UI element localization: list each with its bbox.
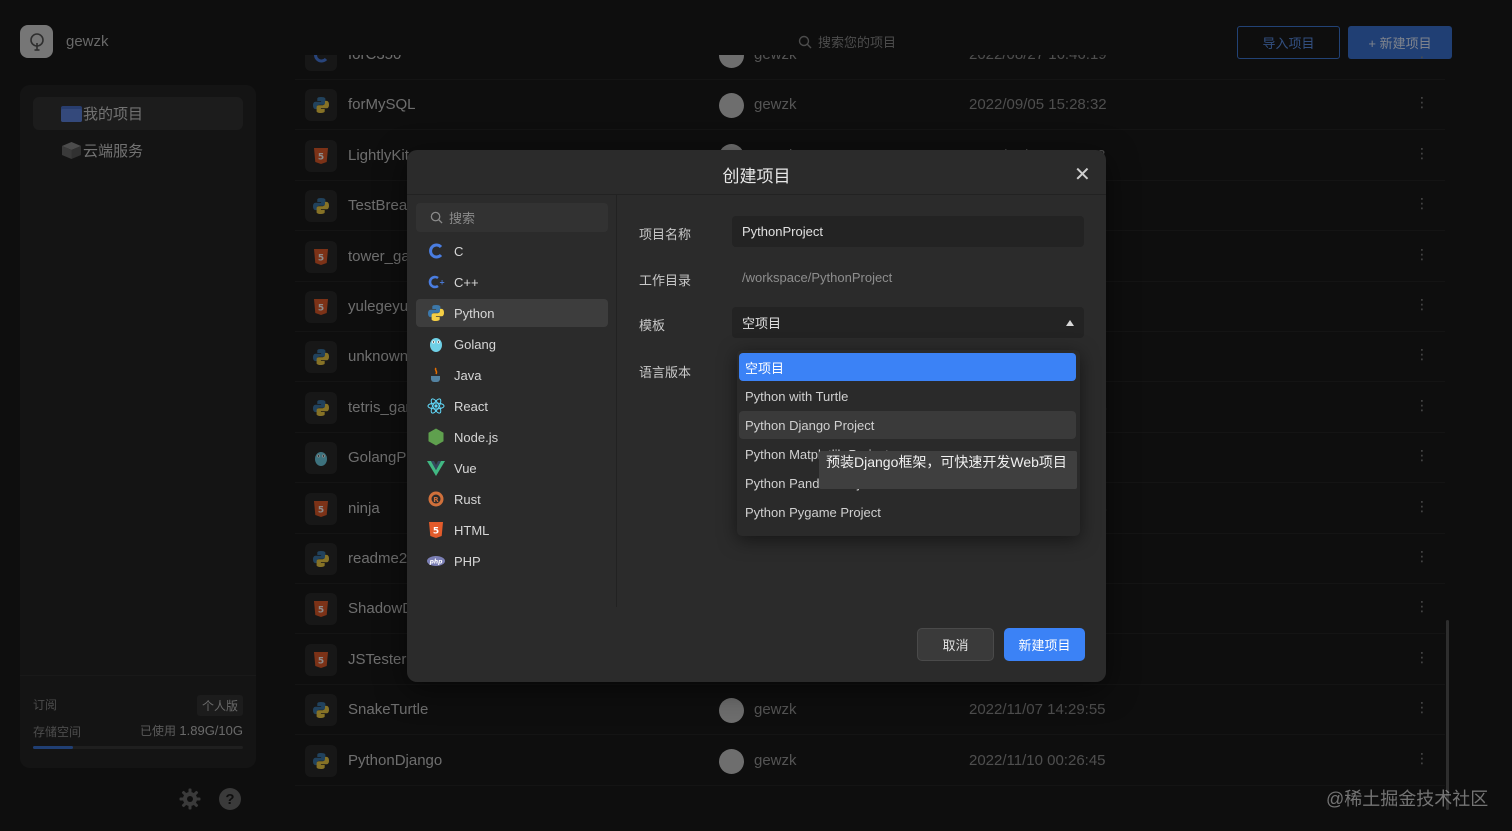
java-cup-icon [427, 366, 445, 384]
svg-text:R: R [433, 496, 439, 504]
language-item-label: Python [454, 305, 495, 321]
cancel-button[interactable]: 取消 [917, 628, 994, 661]
gopher-icon [427, 335, 445, 353]
language-version-label: 语言版本 [639, 365, 692, 380]
language-item[interactable]: Node.js [416, 423, 608, 451]
svg-text:+: + [439, 279, 445, 287]
template-option[interactable]: 空项目 [739, 353, 1076, 381]
language-item[interactable]: Java [416, 361, 608, 389]
language-item-label: Java [454, 367, 482, 383]
html5-icon: 5 [427, 521, 445, 539]
language-item-label: Vue [454, 460, 477, 476]
react-atom-icon [427, 397, 445, 415]
watermark: @稀土掘金技术社区 [1326, 789, 1489, 809]
language-item-label: HTML [454, 522, 490, 538]
python-icon [427, 304, 445, 322]
divider [407, 194, 1106, 195]
nodejs-hex-icon [427, 428, 445, 446]
language-item[interactable]: + C++ [416, 268, 608, 296]
svg-text:5: 5 [433, 527, 439, 537]
language-item-label: Golang [454, 336, 496, 352]
rust-gear-icon: R [427, 490, 445, 508]
template-option[interactable]: Python with Turtle [739, 382, 1076, 410]
language-item[interactable]: React [416, 392, 608, 420]
language-item-label: C++ [454, 274, 479, 290]
language-search-input[interactable]: 搜索 [416, 203, 608, 232]
divider [616, 195, 617, 607]
work-dir-label: 工作目录 [639, 273, 692, 288]
template-option[interactable]: Python Pygame Project [739, 498, 1076, 526]
language-item[interactable]: Vue [416, 454, 608, 482]
template-tooltip: 预装Django框架，可快速开发Web项目 [819, 451, 1077, 489]
template-select-value: 空项目 [742, 316, 782, 331]
caret-up-icon [1066, 320, 1074, 326]
template-label: 模板 [639, 318, 666, 333]
svg-text:php: php [429, 558, 444, 565]
work-dir-field: /workspace/PythonProject [742, 270, 893, 285]
php-icon: php [427, 552, 445, 570]
language-search-placeholder: 搜索 [449, 211, 476, 226]
create-project-button[interactable]: 新建项目 [1004, 628, 1085, 661]
language-item[interactable]: Golang [416, 330, 608, 358]
template-option[interactable]: Python Django Project [739, 411, 1076, 439]
language-item-label: React [454, 398, 488, 414]
search-icon [430, 211, 443, 224]
language-item[interactable]: C [416, 237, 608, 265]
c-lang-icon [427, 242, 445, 260]
vue-icon [427, 459, 445, 477]
template-dropdown: 空项目 Python with Turtle Python Django Pro… [737, 350, 1080, 536]
language-item-label: Rust [454, 491, 481, 507]
language-item[interactable]: R Rust [416, 485, 608, 513]
cpp-icon: + [427, 273, 445, 291]
language-item-label: C [454, 243, 464, 259]
project-name-input[interactable]: PythonProject [732, 216, 1084, 247]
language-item[interactable]: Python [416, 299, 608, 327]
language-item-label: Node.js [454, 429, 499, 445]
language-item-label: PHP [454, 553, 481, 569]
dialog-title: 创建项目 [722, 167, 791, 186]
template-select[interactable]: 空项目 [732, 307, 1084, 338]
language-item[interactable]: 5 HTML [416, 516, 608, 544]
close-icon[interactable]: ✕ [1074, 162, 1091, 187]
project-name-label: 项目名称 [639, 227, 692, 242]
language-item[interactable]: php PHP [416, 547, 608, 575]
